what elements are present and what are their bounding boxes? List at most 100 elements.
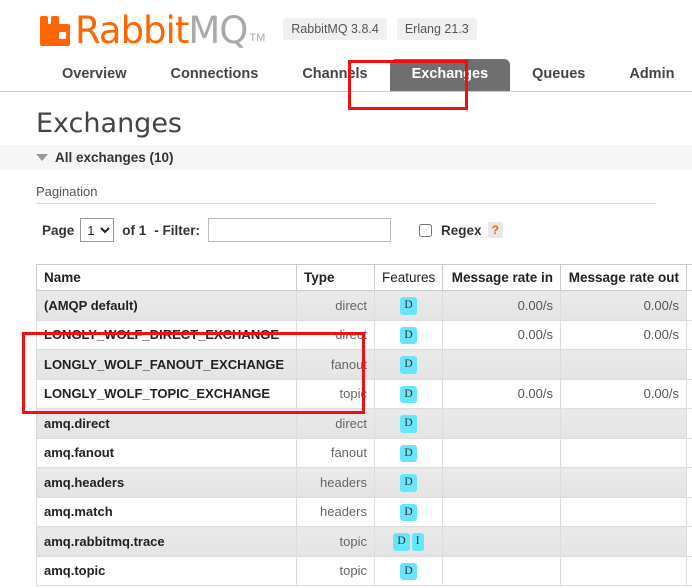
table-row[interactable]: LONGLY_WOLF_DIRECT_EXCHANGE direct D 0.00/s… (36, 319, 692, 351)
main-content: Exchanges All exchanges (10) Pagination … (0, 108, 692, 587)
table-body: (AMQP default) direct D 0.00/s 0.00/s LONGLY_… (36, 290, 692, 587)
row-spacer-cell (686, 378, 692, 410)
table-row[interactable]: amq.fanout fanout D (36, 437, 692, 469)
column-header-message-rate-in[interactable]: Message rate in (442, 264, 561, 292)
exchange-type: topic (296, 555, 375, 587)
exchange-features: D (374, 319, 443, 351)
feature-badge[interactable]: D (400, 326, 417, 345)
column-header-type[interactable]: Type (296, 264, 375, 292)
exchange-type: fanout (296, 349, 375, 380)
table-row[interactable]: amq.headers headers D (36, 467, 692, 498)
regex-label: Regex (441, 222, 482, 238)
tab-admin[interactable]: Admin (607, 59, 692, 91)
tab-channels[interactable]: Channels (280, 59, 389, 91)
erlang-version-badge: Erlang 21.3 (396, 18, 477, 40)
all-exchanges-label: All exchanges (10) (55, 150, 174, 166)
exchange-type: headers (296, 496, 375, 528)
row-spacer-cell (686, 319, 692, 351)
regex-checkbox[interactable] (419, 223, 433, 237)
exchange-name-link[interactable]: amq.topic (36, 555, 297, 587)
feature-badge[interactable]: D (400, 385, 417, 404)
table-row[interactable]: LONGLY_WOLF_FANOUT_EXCHANGE fanout D (36, 349, 692, 380)
table-row[interactable]: (AMQP default) direct D 0.00/s 0.00/s (36, 290, 692, 321)
exchange-type: fanout (296, 437, 375, 469)
exchange-name-link[interactable]: amq.headers (36, 467, 297, 498)
rabbitmq-logo[interactable]: Rabbit MQ TM (40, 12, 265, 49)
row-spacer-cell (686, 290, 692, 321)
page-title: Exchanges (36, 108, 182, 139)
column-header-toggle-columns[interactable]: +/- (686, 264, 692, 292)
all-exchanges-section-header[interactable]: All exchanges (10) (0, 145, 692, 171)
logo-text-rabbit: Rabbit (75, 8, 189, 52)
exchange-features: DI (374, 526, 443, 557)
tab-queues[interactable]: Queues (510, 59, 607, 91)
message-rate-in-value: 0.00/s (442, 290, 561, 321)
message-rate-out-value (560, 408, 687, 439)
filter-label: - Filter: (154, 222, 201, 238)
message-rate-out-value (560, 467, 687, 498)
message-rate-in-value (442, 555, 561, 587)
table-row[interactable]: amq.topic topic D (36, 555, 692, 587)
exchange-features: D (374, 496, 443, 528)
pagination-legend: Pagination (36, 184, 656, 205)
trademark-symbol: TM (249, 31, 266, 44)
row-spacer-cell (686, 408, 692, 439)
help-icon[interactable]: ? (487, 222, 503, 239)
message-rate-in-value (442, 437, 561, 469)
page-select[interactable]: 1 (80, 218, 115, 243)
table-row[interactable]: amq.direct direct D (36, 408, 692, 439)
feature-badge[interactable]: D (393, 533, 410, 551)
column-header-message-rate-out[interactable]: Message rate out (560, 264, 687, 292)
rabbitmq-version-badge: RabbitMQ 3.8.4 (283, 18, 387, 40)
message-rate-in-value: 0.00/s (442, 319, 561, 351)
chevron-down-icon[interactable] (36, 154, 48, 162)
message-rate-out-value (560, 555, 687, 587)
feature-badge[interactable]: D (400, 444, 417, 463)
exchange-name-link[interactable]: amq.fanout (36, 437, 297, 469)
column-header-name[interactable]: Name (36, 264, 297, 292)
exchange-type: topic (296, 526, 375, 557)
exchange-name-link[interactable]: LONGLY_WOLF_TOPIC_EXCHANGE (36, 378, 297, 410)
exchange-name-link[interactable]: amq.rabbitmq.trace (36, 526, 297, 557)
filter-input[interactable] (208, 218, 392, 243)
tab-overview[interactable]: Overview (40, 59, 149, 91)
table-row[interactable]: amq.match headers D (36, 496, 692, 528)
exchange-type: direct (296, 408, 375, 439)
column-header-features: Features (374, 264, 443, 292)
message-rate-out-value (560, 526, 687, 557)
message-rate-in-value (442, 408, 561, 439)
exchange-type: direct (296, 319, 375, 351)
tab-exchanges[interactable]: Exchanges (389, 59, 511, 91)
table-header-row: Name Type Features Message rate in Messa… (36, 264, 692, 292)
exchange-type: headers (296, 467, 375, 498)
row-spacer-cell (686, 349, 692, 380)
message-rate-out-value (560, 496, 687, 528)
feature-badge[interactable]: I (411, 533, 424, 551)
exchange-type: topic (296, 378, 375, 410)
message-rate-in-value (442, 349, 561, 380)
message-rate-out-value (560, 437, 687, 469)
main-navigation: Overview Connections Channels Exchanges … (0, 52, 692, 92)
row-spacer-cell (686, 555, 692, 587)
exchange-name-link[interactable]: LONGLY_WOLF_DIRECT_EXCHANGE (36, 319, 297, 351)
table-row[interactable]: amq.rabbitmq.trace topic D I (36, 526, 692, 557)
feature-badge[interactable]: D (400, 503, 417, 522)
exchange-name-link[interactable]: (AMQP default) (36, 290, 297, 321)
page-label: Page (42, 222, 75, 238)
table-row[interactable]: LONGLY_WOLF_TOPIC_EXCHANGE topic D 0.00/s 0.… (36, 378, 692, 410)
message-rate-in-value (442, 496, 561, 528)
feature-badge[interactable]: D (400, 297, 417, 315)
message-rate-in-value (442, 526, 561, 557)
feature-badge[interactable]: D (400, 415, 417, 433)
exchange-name-link[interactable]: amq.match (36, 496, 297, 528)
feature-badge[interactable]: D (400, 474, 417, 492)
feature-badge[interactable]: D (400, 562, 417, 581)
exchange-features: D (374, 349, 443, 380)
exchange-features: D (374, 467, 443, 498)
page-total-label: of 1 (122, 222, 147, 238)
feature-badge[interactable]: D (400, 356, 417, 374)
exchange-name-link[interactable]: amq.direct (36, 408, 297, 439)
message-rate-out-value: 0.00/s (560, 290, 687, 321)
exchange-name-link[interactable]: LONGLY_WOLF_FANOUT_EXCHANGE (36, 349, 297, 380)
tab-connections[interactable]: Connections (149, 59, 281, 91)
